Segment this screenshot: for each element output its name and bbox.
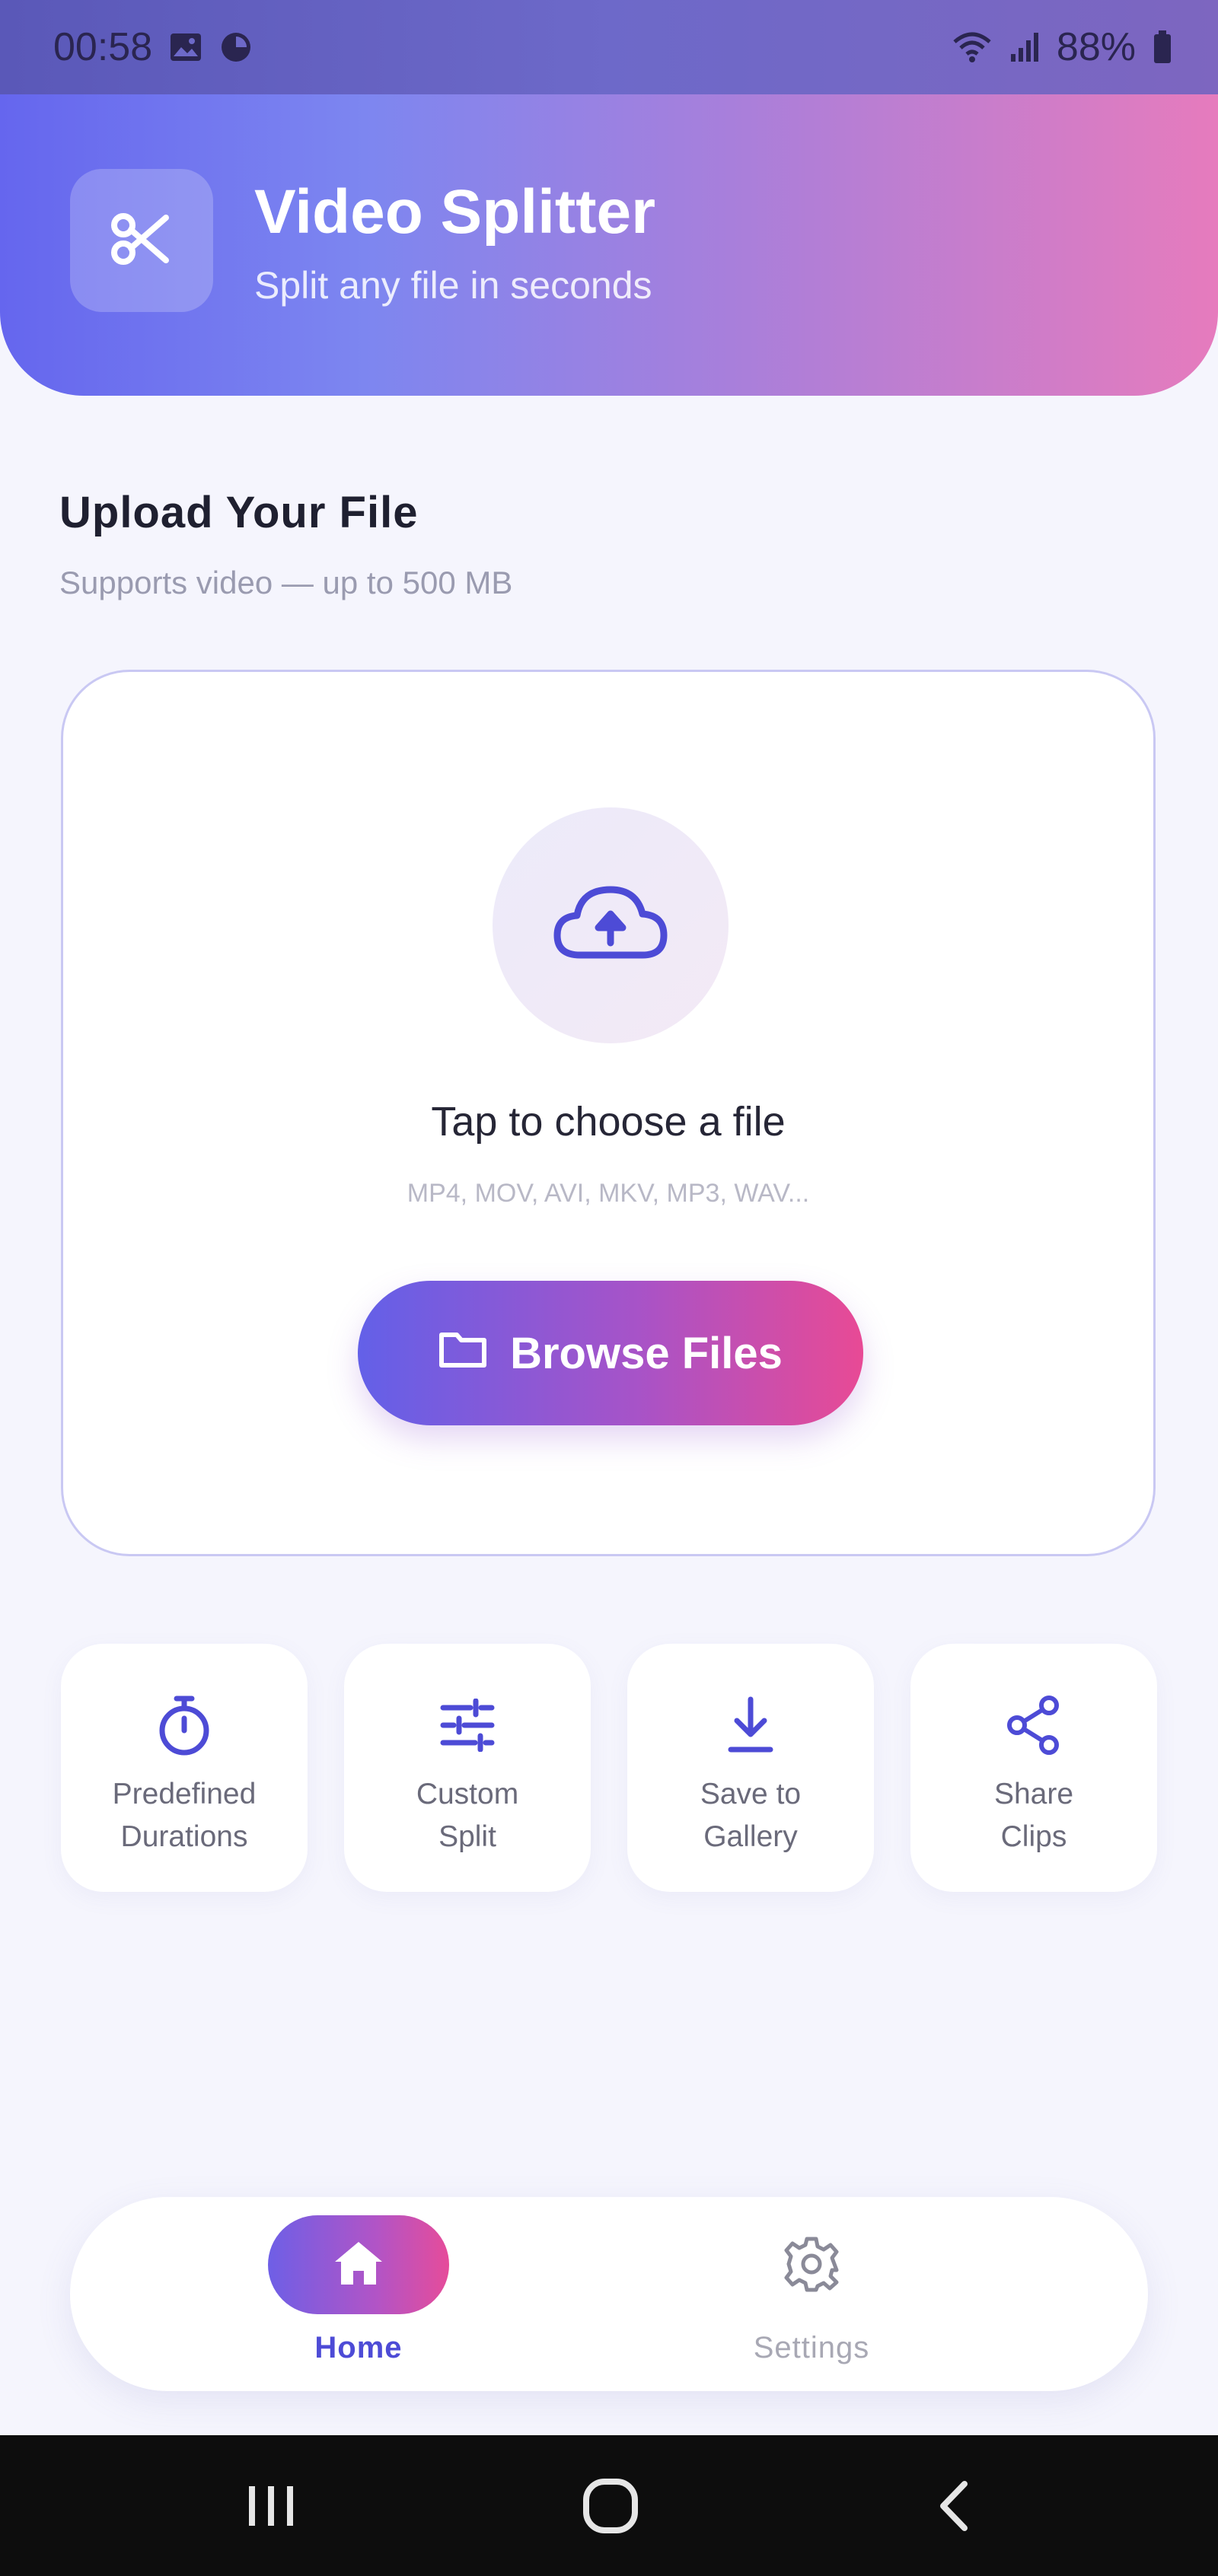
data-saver-icon [219,30,253,64]
upload-icon-circle [493,807,729,1043]
back-button[interactable] [907,2466,999,2549]
home-icon [332,2239,385,2291]
browse-files-label: Browse Files [510,1328,783,1378]
timer-icon [155,1691,213,1759]
wifi-icon [952,31,993,63]
feature-label: Predefined Durations [112,1778,257,1853]
gear-icon[interactable] [775,2227,848,2301]
share-icon [1006,1691,1061,1759]
browse-files-button[interactable]: Browse Files [358,1281,863,1425]
sliders-icon [438,1691,496,1759]
nav-settings-label[interactable]: Settings [720,2331,903,2365]
upload-dropzone[interactable]: Tap to choose a file MP4, MOV, AVI, MKV,… [61,670,1156,1556]
download-icon [726,1691,775,1759]
system-navigation-bar [0,2435,1218,2576]
app-header: Video Splitter Split any file in seconds [0,94,1218,396]
bottom-navigation: Home Settings [70,2197,1148,2391]
supported-formats: MP4, MOV, AVI, MKV, MP3, WAV... [407,1179,810,1208]
folder-icon [438,1328,487,1379]
battery-icon [1153,30,1172,64]
home-system-button[interactable] [565,2466,656,2549]
feature-predefined-durations[interactable]: Predefined Durations [61,1644,308,1892]
feature-share-clips[interactable]: Share Clips [910,1644,1157,1892]
nav-home-label[interactable]: Home [268,2331,449,2365]
battery-level: 88% [1056,25,1136,69]
feature-label: Custom Split [416,1778,519,1853]
home-circle-icon [580,2476,641,2540]
status-bar: 00:58 88% [0,0,1218,94]
section-title: Upload Your File [59,488,419,537]
feature-custom-split[interactable]: Custom Split [344,1644,591,1892]
signal-icon [1009,31,1040,63]
feature-label: Share Clips [993,1778,1074,1853]
scissors-icon [105,202,178,279]
gallery-icon [169,32,202,62]
cloud-upload-icon [550,882,671,970]
upload-prompt: Tap to choose a file [431,1099,786,1145]
app-title: Video Splitter [254,177,656,247]
nav-home-button[interactable] [268,2215,449,2314]
recent-apps-button[interactable] [225,2466,317,2549]
app-logo [70,169,213,312]
feature-grid: Predefined Durations Custom Split Save t… [61,1644,1157,1892]
feature-save-to-gallery[interactable]: Save to Gallery [627,1644,874,1892]
recent-apps-icon [244,2483,298,2533]
back-chevron-icon [934,2479,972,2536]
status-time: 00:58 [53,25,153,69]
app-subtitle: Split any file in seconds [254,264,652,307]
section-subtitle: Supports video — up to 500 MB [59,565,513,600]
feature-label: Save to Gallery [700,1778,802,1853]
